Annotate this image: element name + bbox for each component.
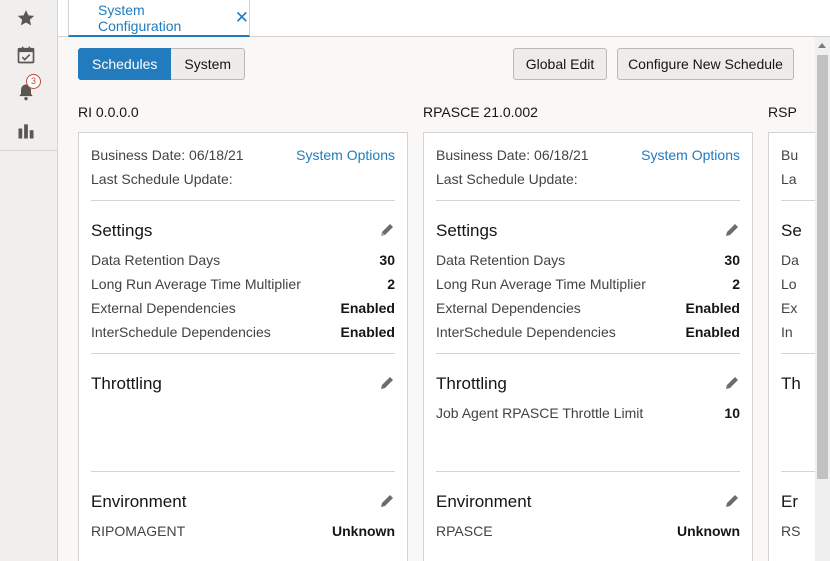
edit-throttling-pencil-icon[interactable] [379,375,395,391]
setting-value: Enabled [340,324,395,340]
schedule-card: Business Date: 06/18/21 System Options L… [78,132,408,561]
view-toggle: Schedules System [78,48,246,80]
main-content: Schedules System Global Edit Configure N… [58,37,815,561]
last-schedule-update: Last Schedule Update: [91,171,233,187]
schedule-title: RI 0.0.0.0 [78,104,139,120]
left-rail: 3 [0,0,58,561]
divider [91,353,395,354]
notifications-button[interactable]: 3 [14,74,41,104]
setting-value: Enabled [340,300,395,316]
notification-count-badge: 3 [26,74,41,89]
global-edit-button[interactable]: Global Edit [513,48,607,80]
environment-title: Environment [91,492,187,511]
setting-label: External Dependencies [91,300,236,316]
setting-value: 30 [379,252,395,268]
scrollbar-thumb[interactable] [817,55,828,479]
system-options-link[interactable]: System Options [641,147,740,163]
last-schedule-update: Last Schedule Update: [436,171,578,187]
divider [781,471,815,472]
divider [91,200,395,201]
schedule-title: RSP [768,104,797,120]
divider [436,353,740,354]
throttle-value: 10 [724,405,740,421]
last-schedule-update: La [781,171,797,187]
setting-value: Enabled [685,324,740,340]
business-date: Bu [781,147,799,163]
environment-value: Unknown [332,523,395,539]
scroll-up-arrow-icon[interactable] [818,43,826,48]
tab-label: System Configuration [98,1,182,34]
reports-button[interactable] [14,119,38,143]
schedules-toggle-button[interactable]: Schedules [78,48,172,80]
setting-label: External Dependencies [436,300,581,316]
system-options-link[interactable]: System Options [296,147,395,163]
divider [781,353,815,354]
throttling-title: Throttling [436,374,507,393]
divider [436,471,740,472]
favorites-button[interactable] [14,6,38,30]
setting-value: Enabled [685,300,740,316]
environment-value: Unknown [677,523,740,539]
edit-environment-pencil-icon[interactable] [379,493,395,509]
bar-chart-icon [18,124,34,139]
business-date: Business Date: 06/18/21 [91,147,244,163]
tasks-button[interactable] [14,43,38,67]
edit-settings-pencil-icon[interactable] [379,222,395,238]
settings-title: Settings [436,221,498,240]
tab-bar: System Configuration ✕ [58,0,830,37]
setting-label: Long Run Average Time Multiplier [436,276,646,292]
edit-throttling-pencil-icon[interactable] [724,375,740,391]
settings-title: Settings [91,221,153,240]
environment-label: RS [781,523,801,539]
divider [781,200,815,201]
edit-settings-pencil-icon[interactable] [724,222,740,238]
settings-title: Se [781,221,802,240]
vertical-scrollbar[interactable] [815,37,830,561]
schedule-title: RPASCE 21.0.002 [423,104,538,120]
divider [91,471,395,472]
throttle-label: Job Agent RPASCE Throttle Limit [436,405,644,421]
calendar-check-icon [17,46,35,64]
tab-system-configuration[interactable]: System Configuration ✕ [68,0,250,37]
system-toggle-button[interactable]: System [171,48,246,80]
environment-title: Environment [436,492,532,511]
setting-label: InterSchedule Dependencies [91,324,271,340]
schedule-card: Business Date: 06/18/21 System Options L… [423,132,753,561]
setting-label: Data Retention Days [91,252,221,268]
setting-value: 2 [732,276,740,292]
close-icon[interactable]: ✕ [235,9,249,26]
setting-value: 2 [387,276,395,292]
setting-label: Long Run Average Time Multiplier [91,276,301,292]
environment-title: Er [781,492,798,511]
setting-label: Lo [781,276,797,292]
rail-divider [0,150,58,151]
configure-new-schedule-button[interactable]: Configure New Schedule [617,48,794,80]
star-icon [17,10,35,26]
setting-label: Da [781,252,799,268]
schedule-card: Bu La Se Da Lo Ex In Th Er RS [768,132,815,561]
business-date: Business Date: 06/18/21 [436,147,589,163]
environment-label: RIPOMAGENT [91,523,186,539]
environment-label: RPASCE [436,523,493,539]
setting-label: Ex [781,300,798,316]
setting-label: In [781,324,793,340]
divider [436,200,740,201]
throttling-title: Throttling [91,374,162,393]
throttling-title: Th [781,374,801,393]
setting-label: Data Retention Days [436,252,566,268]
edit-environment-pencil-icon[interactable] [724,493,740,509]
setting-value: 30 [724,252,740,268]
setting-label: InterSchedule Dependencies [436,324,616,340]
